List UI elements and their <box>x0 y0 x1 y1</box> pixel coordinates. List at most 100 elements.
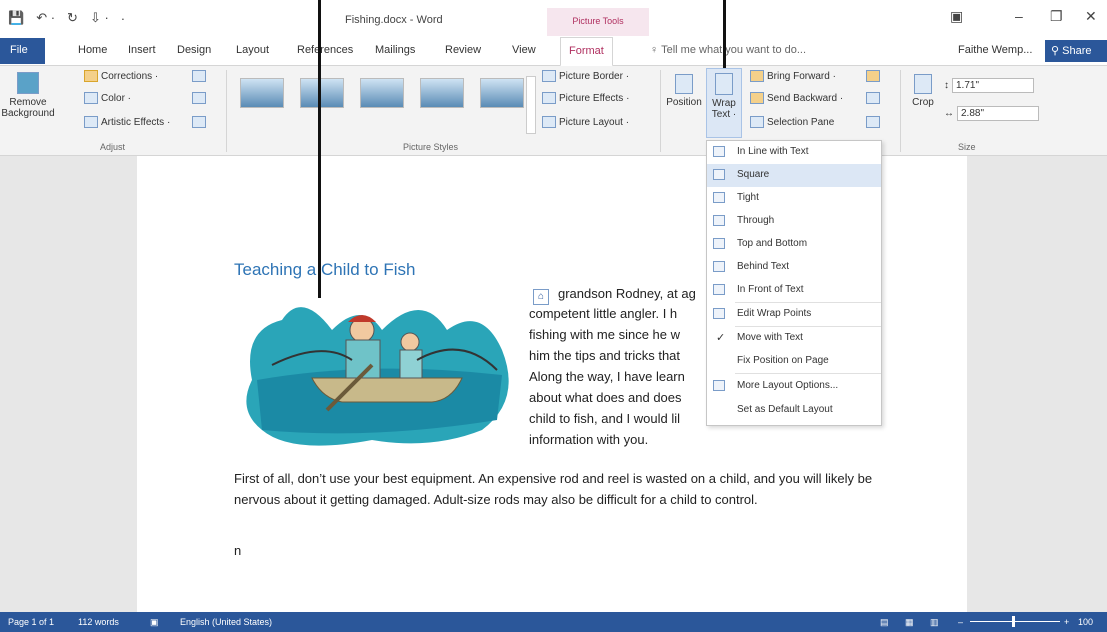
tab-home[interactable]: Home <box>78 44 107 56</box>
customize-icon[interactable]: ⇩ · <box>90 10 109 26</box>
menu-item-label: Square <box>737 169 770 180</box>
selection-pane-label: Selection Pane <box>767 116 835 128</box>
picture-style-1[interactable] <box>240 78 284 108</box>
read-mode-icon[interactable]: ▤ <box>880 617 889 628</box>
compress-pictures-icon[interactable] <box>192 70 206 82</box>
adjust-group-label: Adjust <box>100 142 126 152</box>
bring-forward-button[interactable]: Bring Forward · <box>750 70 836 82</box>
zoom-slider[interactable] <box>970 621 1060 622</box>
color-label: Color · <box>101 92 132 104</box>
tab-design[interactable]: Design <box>177 44 211 56</box>
height-input[interactable]: 1.71" <box>952 78 1034 93</box>
body-line: child to fish, and I would lil <box>529 411 681 426</box>
through-wrap-icon <box>713 215 725 226</box>
height-field[interactable]: ↕ 1.71" <box>944 78 1034 93</box>
fishing-picture[interactable] <box>232 290 517 450</box>
send-backward-button[interactable]: Send Backward · <box>750 92 843 104</box>
layout-options-icon[interactable]: ⌂ <box>533 289 549 305</box>
menu-item-more-layout[interactable]: More Layout Options... <box>707 375 881 398</box>
web-layout-icon[interactable]: ▥ <box>930 617 939 628</box>
menu-item-through[interactable]: Through <box>707 210 881 233</box>
menu-item-label: Fix Position on Page <box>737 355 829 366</box>
menu-item-square[interactable]: Square <box>707 164 881 187</box>
language[interactable]: English (United States) <box>180 617 272 627</box>
corrections-button[interactable]: Corrections · <box>84 70 158 82</box>
crop-button[interactable]: Crop <box>908 74 938 108</box>
share-button[interactable]: ⚲ Share <box>1045 40 1107 62</box>
selection-pane-icon <box>750 116 764 128</box>
undo-icon[interactable]: ↶ · <box>36 10 55 26</box>
height-icon: ↕ <box>944 80 949 91</box>
send-backward-label: Send Backward · <box>767 92 844 104</box>
menu-item-fix-position[interactable]: Fix Position on Page <box>707 350 881 373</box>
wrap-text-label: Wrap Text · <box>711 98 737 120</box>
picture-effects-button[interactable]: Picture Effects · <box>542 92 629 104</box>
menu-item-set-default[interactable]: Set as Default Layout <box>707 399 881 422</box>
proofing-icon[interactable]: ▣ <box>150 617 159 628</box>
menu-item-inline[interactable]: In Line with Text <box>707 141 881 164</box>
page-count[interactable]: Page 1 of 1 <box>8 617 54 627</box>
tab-mailings[interactable]: Mailings <box>375 44 415 56</box>
menu-item-edit-wrap[interactable]: Edit Wrap Points <box>707 303 881 326</box>
print-layout-icon[interactable]: ▦ <box>905 617 914 628</box>
menu-item-top-bottom[interactable]: Top and Bottom <box>707 233 881 256</box>
tab-file[interactable]: File <box>0 38 45 64</box>
menu-item-in-front[interactable]: In Front of Text <box>707 279 881 302</box>
remove-background-button[interactable]: Remove Background <box>1 72 55 119</box>
zoom-level[interactable]: 100 <box>1078 617 1093 627</box>
zoom-in-icon[interactable]: + <box>1064 617 1069 627</box>
picture-style-5[interactable] <box>480 78 524 108</box>
tab-review[interactable]: Review <box>445 44 481 56</box>
position-button[interactable]: Position <box>664 74 704 108</box>
menu-item-behind-text[interactable]: Behind Text <box>707 256 881 279</box>
user-name[interactable]: Faithe Wemp... <box>958 44 1032 56</box>
tell-me-text: Tell me what you want to do... <box>661 44 807 56</box>
close-icon[interactable]: ✕ <box>1085 8 1097 25</box>
artistic-effects-button[interactable]: Artistic Effects · <box>84 116 170 128</box>
save-icon[interactable]: 💾 <box>8 10 24 26</box>
styles-gallery-scroll[interactable] <box>526 76 536 134</box>
artistic-effects-icon <box>84 116 98 128</box>
picture-style-2[interactable] <box>300 78 344 108</box>
square-wrap-icon <box>713 169 725 180</box>
color-button[interactable]: Color · <box>84 92 131 104</box>
remove-background-label: Remove Background <box>1 97 55 119</box>
tab-references[interactable]: References <box>297 44 353 56</box>
wrap-text-icon <box>715 73 733 95</box>
body-line: him the tips and tricks that <box>529 348 681 363</box>
width-field[interactable]: ↔ 2.88" <box>944 106 1039 121</box>
tab-insert[interactable]: Insert <box>128 44 156 56</box>
tab-format[interactable]: Format <box>560 37 613 67</box>
align-icon[interactable] <box>866 70 880 82</box>
selection-pane-button[interactable]: Selection Pane <box>750 116 834 128</box>
zoom-slider-thumb[interactable] <box>1012 616 1015 627</box>
qat-more-icon[interactable]: · <box>121 11 125 26</box>
group-icon[interactable] <box>866 92 880 104</box>
tell-me-search[interactable]: ♀ Tell me what you want to do... <box>650 44 806 56</box>
callout-line <box>723 0 726 68</box>
change-picture-icon[interactable] <box>192 92 206 104</box>
wrap-text-button[interactable]: Wrap Text · <box>706 68 742 138</box>
picture-style-4[interactable] <box>420 78 464 108</box>
ribbon-display-icon[interactable]: ▣ <box>950 8 963 25</box>
reset-picture-icon[interactable] <box>192 116 206 128</box>
picture-style-3[interactable] <box>360 78 404 108</box>
tab-view[interactable]: View <box>512 44 536 56</box>
zoom-out-icon[interactable]: – <box>958 617 963 627</box>
picture-layout-button[interactable]: Picture Layout · <box>542 116 629 128</box>
menu-item-move-with-text[interactable]: ✓ Move with Text <box>707 327 881 350</box>
word-count[interactable]: 112 words <box>78 617 119 627</box>
redo-icon[interactable]: ↻ <box>67 10 78 26</box>
width-icon: ↔ <box>944 108 954 119</box>
restore-icon[interactable]: ❐ <box>1050 8 1063 25</box>
rotate-icon[interactable] <box>866 116 880 128</box>
lightbulb-icon: ♀ <box>650 44 659 56</box>
tab-layout[interactable]: Layout <box>236 44 269 56</box>
menu-item-label: More Layout Options... <box>737 380 839 391</box>
menu-item-tight[interactable]: Tight <box>707 187 881 210</box>
menu-item-label: Move with Text <box>737 332 803 343</box>
picture-border-button[interactable]: Picture Border · <box>542 70 629 82</box>
remove-background-icon <box>17 72 39 94</box>
minimize-icon[interactable]: – <box>1015 8 1023 24</box>
width-input[interactable]: 2.88" <box>957 106 1039 121</box>
